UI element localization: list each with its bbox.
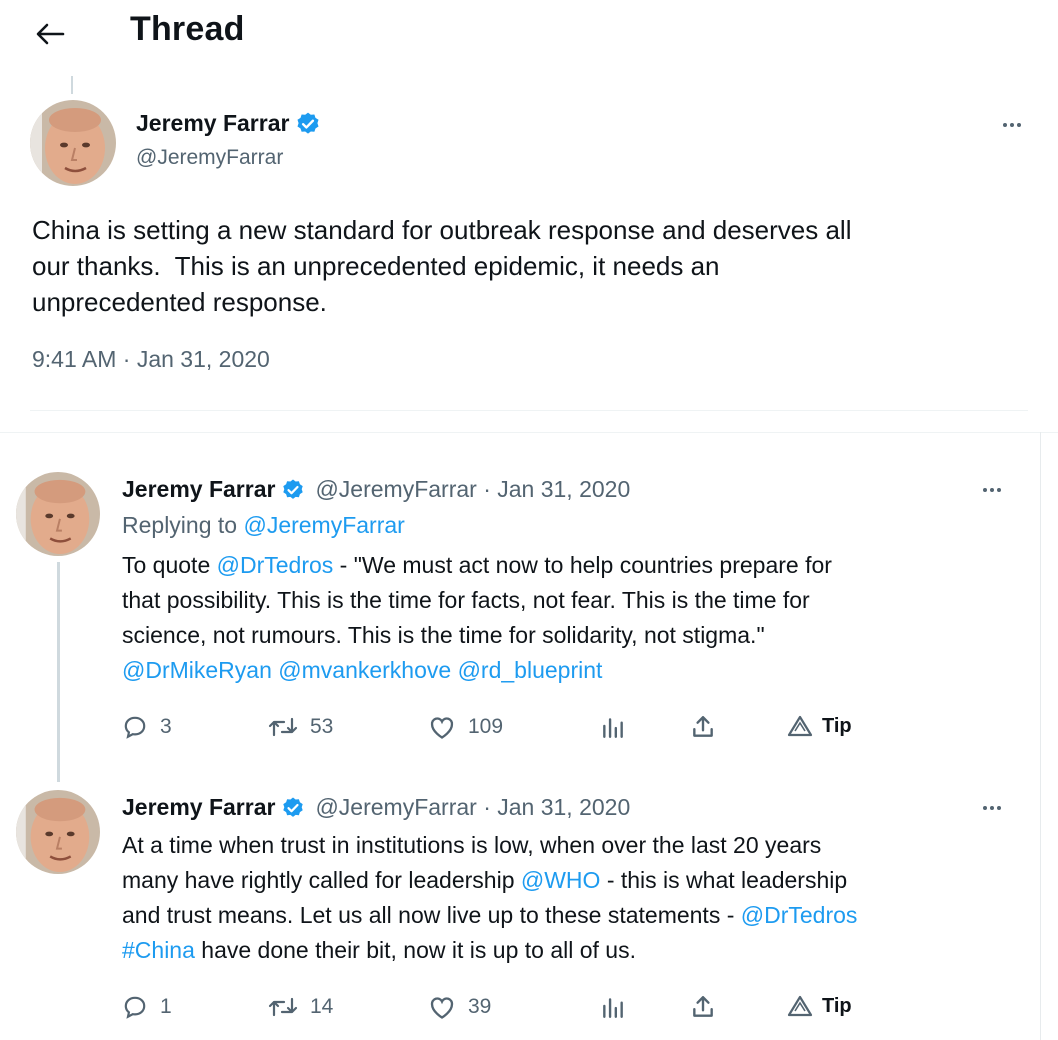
- more-options-icon[interactable]: [976, 480, 1008, 500]
- retweet-button[interactable]: 53: [268, 714, 333, 740]
- hashtag-link[interactable]: #China: [122, 937, 195, 963]
- author-meta[interactable]: @JeremyFarrar · Jan 31, 2020: [315, 794, 630, 821]
- views-button[interactable]: [600, 994, 626, 1020]
- retweet-icon: [268, 997, 298, 1017]
- share-icon: [693, 996, 713, 1017]
- reply-tweet: Jeremy Farrar @JeremyFarrar · Jan 31, 20…: [0, 790, 1058, 1040]
- arrow-left-icon: [36, 23, 65, 45]
- mention-link[interactable]: @DrMikeRyan: [122, 657, 272, 683]
- mention-link[interactable]: @DrTedros: [741, 902, 858, 928]
- back-button[interactable]: [30, 14, 70, 54]
- share-button[interactable]: [690, 994, 716, 1020]
- author-name[interactable]: Jeremy Farrar: [122, 794, 275, 821]
- replying-to: Replying to @JeremyFarrar: [122, 512, 405, 538]
- thread-connector: [57, 562, 60, 782]
- avatar[interactable]: [16, 790, 100, 874]
- reply-button[interactable]: 1: [122, 994, 172, 1020]
- analytics-icon: [603, 718, 623, 738]
- retweet-button[interactable]: 14: [268, 994, 333, 1020]
- action-bar: 3 53 109 Tip: [122, 714, 882, 746]
- verified-badge-icon: [283, 797, 304, 817]
- tip-icon: [787, 715, 813, 737]
- like-button[interactable]: 39: [428, 994, 491, 1020]
- mention-link[interactable]: @DrTedros: [217, 552, 334, 578]
- replying-to-link[interactable]: @JeremyFarrar: [243, 512, 404, 538]
- avatar[interactable]: [30, 100, 116, 186]
- more-options-icon[interactable]: [996, 115, 1028, 135]
- more-options-icon[interactable]: [976, 798, 1008, 818]
- heart-icon: [430, 717, 454, 739]
- reply-icon: [124, 716, 146, 739]
- views-button[interactable]: [600, 714, 626, 740]
- tip-button[interactable]: Tip: [786, 994, 852, 1018]
- share-icon: [693, 716, 713, 737]
- avatar[interactable]: [16, 472, 100, 556]
- reply-icon: [124, 996, 146, 1019]
- mention-link[interactable]: @rd_blueprint: [458, 657, 603, 683]
- tweet-text: At a time when trust in institutions is …: [122, 832, 858, 963]
- main-tweet: Jeremy Farrar @JeremyFarrar China is set…: [0, 90, 1058, 430]
- reply-tweet: Jeremy Farrar @JeremyFarrar · Jan 31, 20…: [0, 472, 1058, 772]
- thread-header: Thread: [0, 0, 1058, 64]
- verified-badge-icon: [297, 112, 319, 134]
- section-divider: [0, 432, 1058, 442]
- heart-icon: [430, 997, 454, 1019]
- page-title: Thread: [130, 10, 245, 48]
- tweet-text: To quote @DrTedros - "We must act now to…: [122, 552, 832, 683]
- divider: [30, 410, 1028, 411]
- tweet-text: China is setting a new standard for outb…: [32, 215, 852, 317]
- action-bar: 1 14 39 Tip: [122, 994, 882, 1026]
- retweet-icon: [268, 717, 298, 737]
- author-name[interactable]: Jeremy Farrar: [136, 110, 289, 137]
- mention-link[interactable]: @WHO: [521, 867, 601, 893]
- reply-button[interactable]: 3: [122, 714, 172, 740]
- share-button[interactable]: [690, 714, 716, 740]
- tip-button[interactable]: Tip: [786, 714, 852, 738]
- tip-icon: [787, 995, 813, 1017]
- like-button[interactable]: 109: [428, 714, 503, 740]
- mention-link[interactable]: @mvankerkhove: [278, 657, 451, 683]
- tweet-timestamp[interactable]: 9:41 AM · Jan 31, 2020: [32, 346, 270, 373]
- verified-badge-icon: [283, 479, 304, 499]
- author-meta[interactable]: @JeremyFarrar · Jan 31, 2020: [315, 476, 630, 503]
- author-handle[interactable]: @JeremyFarrar: [136, 146, 283, 170]
- analytics-icon: [603, 998, 623, 1018]
- author-name[interactable]: Jeremy Farrar: [122, 476, 275, 503]
